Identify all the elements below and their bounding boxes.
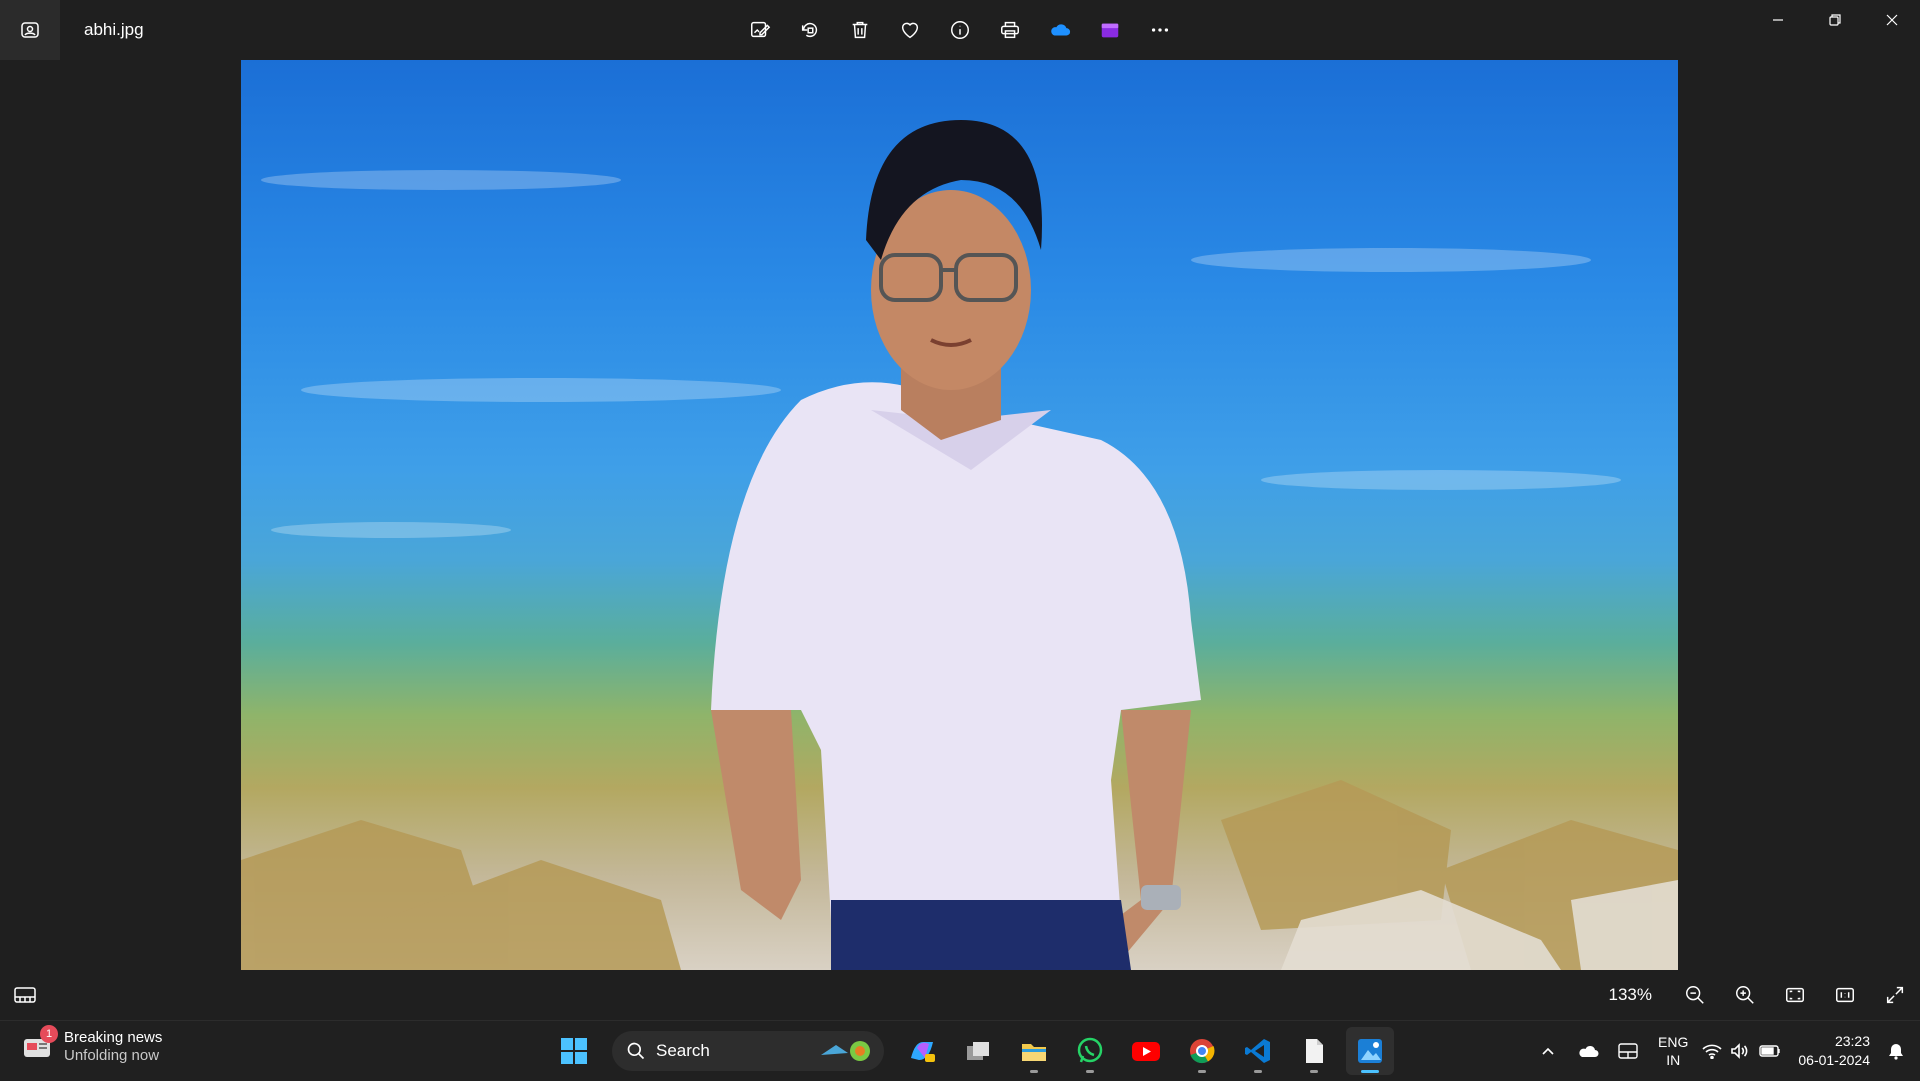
copilot-icon — [911, 1042, 935, 1062]
displayed-photo[interactable] — [241, 60, 1678, 970]
taskbar-task-view[interactable] — [954, 1027, 1002, 1075]
battery-icon — [1759, 1045, 1781, 1057]
whatsapp-icon — [1077, 1037, 1103, 1063]
taskbar-photos[interactable] — [1346, 1027, 1394, 1075]
delete-button[interactable] — [840, 10, 880, 50]
vscode-icon — [1245, 1039, 1270, 1063]
title-bar: abhi.jpg — [0, 0, 1920, 60]
edit-image-button[interactable] — [740, 10, 780, 50]
restore-icon — [1828, 14, 1841, 26]
wifi-status-button[interactable] — [1698, 1021, 1726, 1081]
taskbar-chrome[interactable] — [1178, 1027, 1226, 1075]
heart-icon — [901, 22, 919, 39]
print-button[interactable] — [990, 10, 1030, 50]
zoom-level-label[interactable]: 133% — [1609, 985, 1652, 1005]
fit-window-icon — [1786, 987, 1804, 1003]
keyboard-icon — [1618, 1043, 1638, 1059]
restore-button[interactable] — [1806, 0, 1863, 40]
news-subtitle: Unfolding now — [64, 1047, 160, 1064]
taskbar-youtube[interactable] — [1122, 1027, 1170, 1075]
start-button[interactable] — [550, 1027, 598, 1075]
cloud-icon — [1579, 1045, 1599, 1057]
minimize-button[interactable] — [1749, 0, 1806, 40]
close-icon — [1886, 14, 1897, 26]
info-icon — [951, 21, 969, 39]
wifi-icon — [1702, 1044, 1722, 1059]
speaker-icon — [1731, 1043, 1748, 1059]
clock-date: 06-01-2024 — [1798, 1052, 1870, 1068]
rotate-icon — [801, 22, 818, 38]
clipchamp-icon — [1101, 23, 1119, 38]
actual-size-button[interactable] — [1820, 970, 1870, 1020]
clock-time: 23:23 — [1834, 1033, 1870, 1049]
search-highlight-icon — [821, 1041, 870, 1061]
chrome-icon — [1190, 1039, 1215, 1064]
onedrive-tray-button[interactable] — [1568, 1021, 1608, 1081]
volume-button[interactable] — [1726, 1021, 1754, 1081]
close-button[interactable] — [1863, 0, 1920, 40]
taskbar-pinned-apps: Search — [550, 1027, 1394, 1075]
window-controls — [1749, 0, 1920, 40]
filmstrip-icon — [14, 987, 36, 1003]
photos-icon — [1358, 1039, 1382, 1063]
bell-icon — [1889, 1044, 1903, 1060]
battery-status-button[interactable] — [1754, 1021, 1786, 1081]
taskbar-copilot[interactable] — [898, 1027, 946, 1075]
filmstrip-toggle-button[interactable] — [10, 980, 40, 1010]
file-info-button[interactable] — [940, 10, 980, 50]
news-widget[interactable]: 1 Breaking news Unfolding now — [22, 1025, 163, 1065]
actual-size-icon — [1836, 987, 1854, 1003]
youtube-icon — [1132, 1042, 1160, 1061]
task-view-icon — [967, 1042, 989, 1060]
photo-illustration — [241, 120, 1678, 970]
viewer-bottom-bar: 133% — [0, 970, 1920, 1020]
more-dots-icon — [1151, 28, 1169, 32]
search-placeholder: Search — [656, 1041, 710, 1060]
region-code: IN — [1666, 1052, 1681, 1068]
system-tray: ENG IN 23:23 06-01-2024 — [1528, 1021, 1920, 1081]
full-screen-button[interactable] — [1870, 970, 1920, 1020]
taskbar-vscode[interactable] — [1234, 1027, 1282, 1075]
folder-icon — [1022, 1044, 1046, 1061]
search-icon — [627, 1042, 645, 1060]
zoom-controls: 133% — [1609, 970, 1920, 1020]
photos-app-icon[interactable] — [0, 0, 60, 60]
expand-icon — [1886, 986, 1904, 1004]
taskbar-clock[interactable]: 23:23 06-01-2024 — [1798, 1032, 1870, 1070]
zoom-out-button[interactable] — [1670, 970, 1720, 1020]
onedrive-button[interactable] — [1040, 10, 1080, 50]
windows-logo-icon — [561, 1038, 587, 1064]
taskbar: 1 Breaking news Unfolding now Search ENG… — [0, 1020, 1920, 1081]
language-code: ENG — [1658, 1034, 1689, 1050]
taskbar-search-box[interactable]: Search — [612, 1031, 884, 1071]
clipchamp-button[interactable] — [1090, 10, 1130, 50]
more-options-button[interactable] — [1140, 10, 1180, 50]
taskbar-whatsapp[interactable] — [1066, 1027, 1114, 1075]
edit-image-icon — [751, 21, 771, 38]
photo-viewer[interactable] — [0, 60, 1920, 970]
fit-to-window-button[interactable] — [1770, 970, 1820, 1020]
touch-keyboard-button[interactable] — [1608, 1021, 1648, 1081]
chevron-up-icon — [1542, 1047, 1554, 1055]
taskbar-file-explorer[interactable] — [1010, 1027, 1058, 1075]
notifications-button[interactable] — [1878, 1021, 1914, 1081]
news-title: Breaking news — [64, 1029, 163, 1046]
favorite-button[interactable] — [890, 10, 930, 50]
zoom-out-icon — [1686, 986, 1704, 1004]
input-language-indicator[interactable]: ENG IN — [1658, 1033, 1688, 1069]
zoom-in-button[interactable] — [1720, 970, 1770, 1020]
taskbar-notepad[interactable] — [1290, 1027, 1338, 1075]
file-name: abhi.jpg — [84, 20, 144, 39]
news-badge: 1 — [40, 1025, 58, 1043]
minimize-icon — [1772, 19, 1783, 21]
rotate-button[interactable] — [790, 10, 830, 50]
file-icon — [1306, 1039, 1323, 1063]
zoom-in-icon — [1736, 986, 1754, 1004]
show-hidden-icons-button[interactable] — [1528, 1021, 1568, 1081]
onedrive-cloud-icon — [1051, 24, 1071, 36]
news-icon: 1 — [22, 1025, 58, 1063]
trash-icon — [852, 21, 868, 39]
printer-icon — [1001, 21, 1019, 39]
photo-toolbar — [740, 10, 1180, 50]
